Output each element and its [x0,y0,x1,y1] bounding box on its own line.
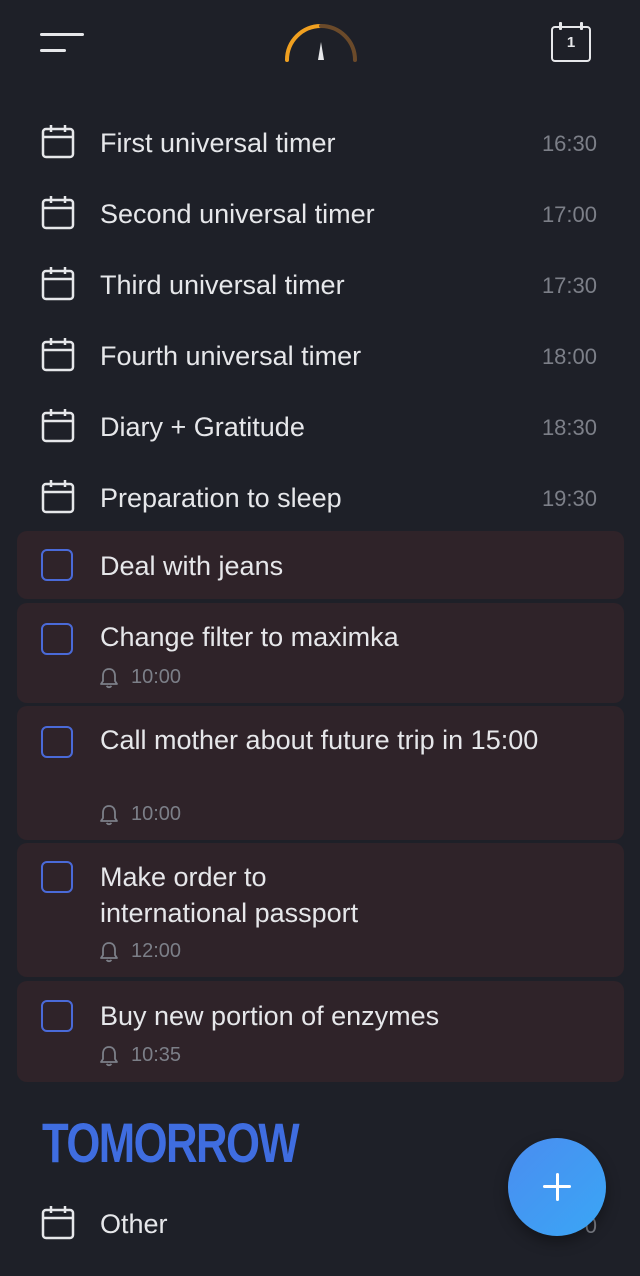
timer-time: 18:00 [541,344,597,369]
timer-title: Third universal timer [100,270,345,300]
timer-time: 18:30 [541,415,597,440]
calendar-icon [41,196,75,230]
task-reminder: 10:00 [99,803,181,826]
task-title: Make order to international passport [100,862,359,928]
task-card[interactable]: Call mother about future trip in 15:00 1… [17,706,624,840]
timer-title: Preparation to sleep [100,483,342,513]
calendar-icon [41,1206,75,1240]
task-reminder: 12:00 [99,940,181,963]
gauge-icon[interactable] [281,20,361,66]
add-task-button[interactable] [508,1138,606,1236]
timer-row[interactable]: Second universal timer 17:00 [0,177,640,248]
timer-time: 19:30 [541,486,597,511]
timer-time: 17:30 [541,273,597,298]
timer-row[interactable]: Diary + Gratitude 18:30 [0,390,640,461]
timer-title: Second universal timer [100,199,375,229]
task-title: Change filter to maximka [100,622,399,652]
timer-row[interactable]: Fourth universal timer 18:00 [0,319,640,390]
timer-title: Other [100,1209,168,1239]
timer-row[interactable]: First universal timer 16:30 [0,106,640,177]
task-checkbox[interactable] [41,726,73,758]
task-title: Buy new portion of enzymes [100,1001,440,1031]
section-heading-tomorrow: TOMORROW [42,1111,300,1174]
task-checkbox[interactable] [41,623,73,655]
task-card[interactable]: Change filter to maximka 10:00 [17,603,624,703]
bell-icon [100,941,118,962]
timer-time: 17:00 [541,202,597,227]
calendar-icon [41,338,75,372]
task-checkbox[interactable] [41,1000,73,1032]
task-card[interactable]: Deal with jeans [17,531,624,599]
bell-icon [100,667,118,688]
calendar-today-icon[interactable]: 1 [551,22,593,64]
task-checkbox[interactable] [41,861,73,893]
timer-title: First universal timer [100,128,336,158]
task-reminder-time: 10:00 [131,666,182,688]
timer-row[interactable]: Third universal timer 17:30 [0,248,640,319]
task-card[interactable]: Make order to international passport 12:… [17,843,624,977]
task-reminder-time: 10:35 [131,1044,182,1066]
task-title: Call mother about future trip in 15:00 [100,725,539,755]
task-checkbox[interactable] [41,549,73,581]
timer-time: 16:30 [541,131,597,156]
timer-row[interactable]: Preparation to sleep 19:30 [0,461,640,532]
app-header: 1 [0,0,640,100]
task-reminder-time: 10:00 [131,803,182,825]
calendar-icon [41,267,75,301]
calendar-day-number: 1 [566,34,576,51]
timer-title: Diary + Gratitude [100,412,305,442]
task-title: Deal with jeans [100,551,284,581]
calendar-icon [41,480,75,514]
bell-icon [100,1045,118,1066]
hamburger-icon[interactable] [40,30,88,60]
calendar-icon [41,125,75,159]
bell-icon [100,804,118,825]
calendar-icon [41,409,75,443]
task-reminder-time: 12:00 [131,940,182,962]
timer-title: Fourth universal timer [100,341,362,371]
task-card[interactable]: Buy new portion of enzymes 10:35 [17,981,624,1082]
task-reminder: 10:35 [99,1044,181,1067]
task-reminder: 10:00 [99,666,181,689]
